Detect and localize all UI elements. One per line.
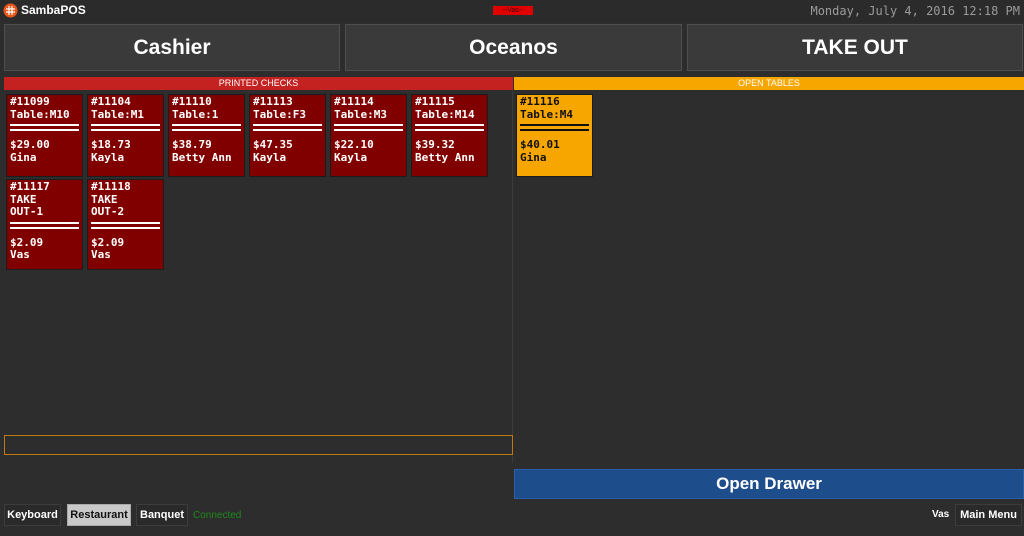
ticket-amount: $29.00 xyxy=(10,138,50,151)
connection-status: Connected xyxy=(193,510,242,521)
ticket-number: #11113 xyxy=(253,95,293,108)
ticket-card[interactable]: #11115 Table:M14 $39.32 Betty Ann xyxy=(411,94,488,177)
open-tables-panel: #11116 Table:M4 $40.01 Gina xyxy=(514,91,1024,463)
open-tables-header: OPEN TABLES xyxy=(514,77,1024,90)
app-title: SambaPOS xyxy=(21,3,86,17)
ticket-waiter: Gina xyxy=(10,150,37,164)
ticket-separator xyxy=(91,124,160,131)
ticket-table: Table:M4 xyxy=(520,107,573,121)
ticket-amount: $40.01 xyxy=(520,138,560,151)
ticket-separator xyxy=(415,124,484,131)
current-user-label: Vas xyxy=(932,509,950,520)
ticket-waiter: Betty Ann xyxy=(415,150,475,164)
ticket-table: Table:M10 xyxy=(10,107,70,121)
ticket-separator xyxy=(253,124,322,131)
printed-checks-header: PRINTED CHECKS xyxy=(4,77,513,90)
ticket-table: TAKE OUT-2 xyxy=(91,192,125,218)
ticket-separator xyxy=(10,221,79,229)
ticket-number: #11099 xyxy=(10,95,50,108)
ticket-number: #11115 xyxy=(415,95,455,108)
ticket-number: #11116 xyxy=(520,95,560,108)
user-indicator: --Vas-- xyxy=(493,6,533,15)
main-menu-button[interactable]: Main Menu xyxy=(955,504,1022,526)
ticket-separator xyxy=(172,124,241,131)
ticket-table: TAKE OUT-1 xyxy=(10,192,44,218)
ticket-waiter: Kayla xyxy=(253,150,287,164)
ticket-waiter: Kayla xyxy=(91,150,125,164)
ticket-amount: $38.79 xyxy=(172,138,212,151)
datetime-display: Monday, July 4, 2016 12:18 PM xyxy=(810,4,1020,18)
ticket-amount: $22.10 xyxy=(334,138,374,151)
open-drawer-button[interactable]: Open Drawer xyxy=(514,469,1024,499)
ticket-amount: $47.35 xyxy=(253,138,293,151)
oceanos-button[interactable]: Oceanos xyxy=(345,24,682,71)
ticket-card[interactable]: #11110 Table:1 $38.79 Betty Ann xyxy=(168,94,245,177)
ticket-number: #11114 xyxy=(334,95,374,108)
title-bar: SambaPOS --Vas-- Monday, July 4, 2016 12… xyxy=(0,0,1024,22)
ticket-card[interactable]: #11117 TAKE OUT-1 $2.09 Vas xyxy=(6,179,83,270)
sambapos-logo-icon xyxy=(3,3,18,18)
banquet-button[interactable]: Banquet xyxy=(136,504,188,526)
ticket-card[interactable]: #11113 Table:F3 $47.35 Kayla xyxy=(249,94,326,177)
cashier-button[interactable]: Cashier xyxy=(4,24,340,71)
ticket-separator xyxy=(10,124,79,131)
ticket-card[interactable]: #11114 Table:M3 $22.10 Kayla xyxy=(330,94,407,177)
ticket-table: Table:M1 xyxy=(91,107,144,121)
ticket-table: Table:F3 xyxy=(253,107,306,121)
ticket-card[interactable]: #11104 Table:M1 $18.73 Kayla xyxy=(87,94,164,177)
ticket-number: #11104 xyxy=(91,95,131,108)
ticket-amount: $18.73 xyxy=(91,138,131,151)
take-out-button[interactable]: TAKE OUT xyxy=(687,24,1023,71)
ticket-separator xyxy=(334,124,403,131)
restaurant-button[interactable]: Restaurant xyxy=(67,504,131,526)
ticket-waiter: Vas xyxy=(91,248,111,261)
ticket-amount: $39.32 xyxy=(415,138,455,151)
ticket-number: #11110 xyxy=(172,95,212,108)
keyboard-button[interactable]: Keyboard xyxy=(4,504,61,526)
ticket-card[interactable]: #11116 Table:M4 $40.01 Gina xyxy=(516,94,593,177)
ticket-number: #11117 xyxy=(10,180,50,193)
ticket-table: Table:1 xyxy=(172,107,219,121)
ticket-table: Table:M14 xyxy=(415,107,475,121)
ticket-card[interactable]: #11099 Table:M10 $29.00 Gina xyxy=(6,94,83,177)
ticket-table: Table:M3 xyxy=(334,107,387,121)
ticket-waiter: Gina xyxy=(520,150,547,164)
ticket-number: #11118 xyxy=(91,180,131,193)
ticket-waiter: Vas xyxy=(10,248,30,261)
ticket-waiter: Betty Ann xyxy=(172,150,232,164)
ticket-waiter: Kayla xyxy=(334,150,368,164)
ticket-search-input[interactable] xyxy=(4,435,513,455)
ticket-card[interactable]: #11118 TAKE OUT-2 $2.09 Vas xyxy=(87,179,164,270)
ticket-separator xyxy=(520,124,589,131)
ticket-separator xyxy=(91,221,160,229)
pos-window: SambaPOS --Vas-- Monday, July 4, 2016 12… xyxy=(0,0,1024,536)
printed-checks-panel: #11099 Table:M10 $29.00 Gina #11104 Tabl… xyxy=(4,91,513,463)
